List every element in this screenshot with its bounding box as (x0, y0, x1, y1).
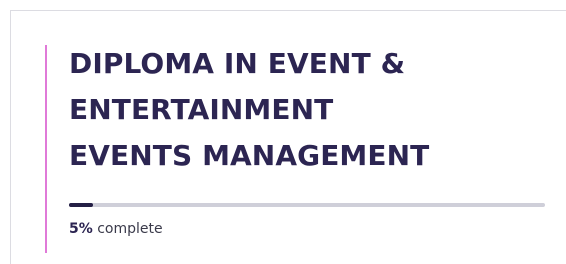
progress-suffix: complete (97, 221, 163, 237)
course-title-line-3: EVENTS MANAGEMENT (69, 139, 430, 172)
course-title: DIPLOMA IN EVENT & ENTERTAINMENT EVENTS … (69, 41, 539, 179)
course-card[interactable]: DIPLOMA IN EVENT & ENTERTAINMENT EVENTS … (10, 10, 566, 264)
progress-bar (69, 203, 545, 207)
course-title-line-1: DIPLOMA IN EVENT & (69, 47, 406, 80)
progress-bar-fill (69, 203, 93, 207)
progress-label: 5% complete (69, 221, 163, 237)
card-accent-bar (45, 45, 47, 253)
progress-percent: 5% (69, 221, 93, 237)
course-title-line-2: ENTERTAINMENT (69, 93, 334, 126)
